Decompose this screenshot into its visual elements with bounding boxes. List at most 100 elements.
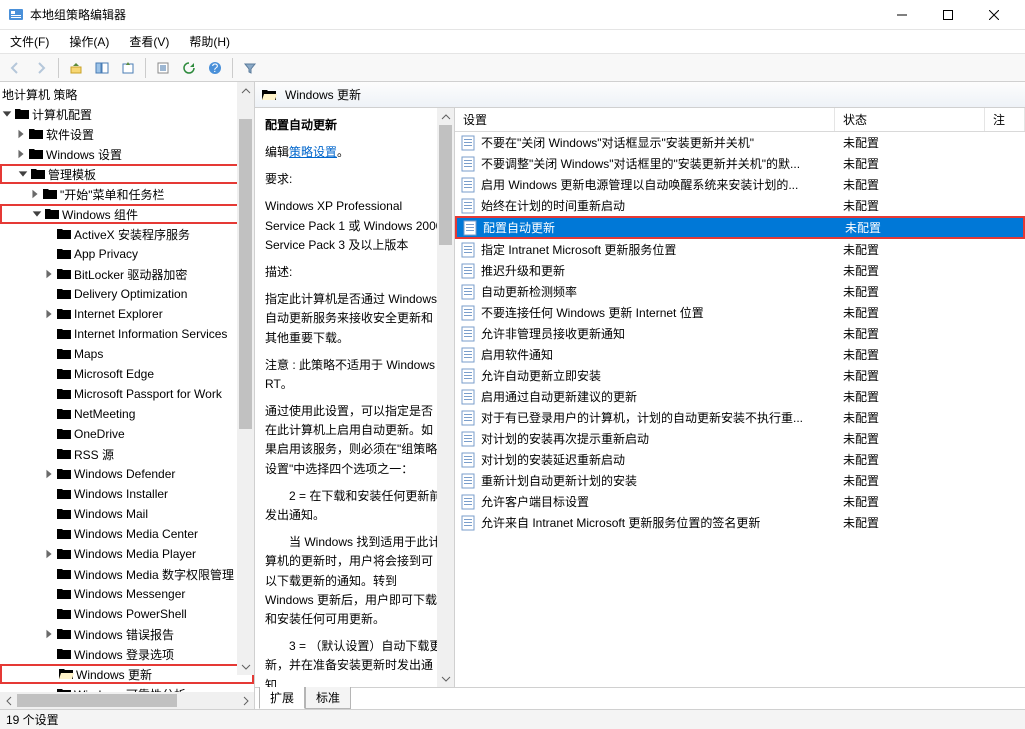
menu-action[interactable]: 操作(A) (63, 31, 115, 52)
list-row[interactable]: 允许客户端目标设置未配置 (455, 491, 1025, 512)
export-button[interactable] (117, 57, 139, 79)
back-button[interactable] (4, 57, 26, 79)
menu-file[interactable]: 文件(F) (4, 31, 55, 52)
tree-root[interactable]: 地计算机 策略 (0, 84, 254, 104)
tree-item[interactable]: Delivery Optimization (0, 284, 254, 304)
folder-icon (56, 406, 72, 422)
policy-icon (461, 494, 477, 510)
tree-item[interactable]: Windows 更新 (0, 664, 254, 684)
tree-item[interactable]: Windows Messenger (0, 584, 254, 604)
list-row-setting: 启用 Windows 更新电源管理以自动唤醒系统来安装计划的... (481, 176, 835, 193)
tab-standard[interactable]: 标准 (305, 687, 351, 709)
tree-item[interactable]: Internet Explorer (0, 304, 254, 324)
tab-extended[interactable]: 扩展 (259, 687, 305, 709)
list-row-setting: 允许自动更新立即安装 (481, 367, 835, 384)
list-row[interactable]: 启用软件通知未配置 (455, 344, 1025, 365)
tree-item-label: NetMeeting (72, 407, 135, 421)
up-button[interactable] (65, 57, 87, 79)
folder-icon (56, 366, 72, 382)
tree-horizontal-scrollbar[interactable] (0, 692, 254, 709)
tree-vertical-scrollbar[interactable] (237, 82, 254, 675)
menu-view[interactable]: 查看(V) (123, 31, 175, 52)
tree-item[interactable]: Internet Information Services (0, 324, 254, 344)
tree-item[interactable]: Windows 设置 (0, 144, 254, 164)
tree-item[interactable]: RSS 源 (0, 444, 254, 464)
minimize-button[interactable] (879, 0, 925, 30)
list-row[interactable]: 允许非管理员接收更新通知未配置 (455, 323, 1025, 344)
desc-p5: 注意 : 此策略不适用于 Windows RT。 (265, 356, 444, 394)
list-row[interactable]: 允许来自 Intranet Microsoft 更新服务位置的签名更新未配置 (455, 512, 1025, 533)
tree-item[interactable]: Windows 错误报告 (0, 624, 254, 644)
list-row-setting: 启用软件通知 (481, 346, 835, 363)
tree-item[interactable]: Windows 登录选项 (0, 644, 254, 664)
folder-icon (56, 286, 72, 302)
tree-item[interactable]: Windows Media 数字权限管理 (0, 564, 254, 584)
list-row[interactable]: 推迟升级和更新未配置 (455, 260, 1025, 281)
policy-tree[interactable]: 地计算机 策略计算机配置软件设置Windows 设置管理模板"开始"菜单和任务栏… (0, 82, 254, 692)
tree-item[interactable]: Microsoft Edge (0, 364, 254, 384)
col-state[interactable]: 状态 (835, 108, 985, 131)
forward-button[interactable] (30, 57, 52, 79)
tree-item[interactable]: OneDrive (0, 424, 254, 444)
description-scrollbar[interactable] (437, 108, 454, 687)
list-row[interactable]: 允许自动更新立即安装未配置 (455, 365, 1025, 386)
policy-icon (461, 347, 477, 363)
policy-icon (461, 177, 477, 193)
tree-item[interactable]: Windows 组件 (0, 204, 254, 224)
edit-policy-link[interactable]: 策略设置 (289, 145, 337, 159)
list-row[interactable]: 对于有已登录用户的计算机，计划的自动更新安装不执行重...未配置 (455, 407, 1025, 428)
tree-item[interactable]: Windows PowerShell (0, 604, 254, 624)
tree-item[interactable]: Windows Defender (0, 464, 254, 484)
tree-item[interactable]: Windows Mail (0, 504, 254, 524)
tree-item[interactable]: 管理模板 (0, 164, 254, 184)
list-row-state: 未配置 (835, 283, 985, 300)
tree-item[interactable]: "开始"菜单和任务栏 (0, 184, 254, 204)
list-row[interactable]: 自动更新检测频率未配置 (455, 281, 1025, 302)
list-row[interactable]: 指定 Intranet Microsoft 更新服务位置未配置 (455, 239, 1025, 260)
tree-item[interactable]: Windows Media Player (0, 544, 254, 564)
list-row[interactable]: 对计划的安装延迟重新启动未配置 (455, 449, 1025, 470)
tree-item[interactable]: App Privacy (0, 244, 254, 264)
policy-icon (461, 368, 477, 384)
tree-item[interactable]: 软件设置 (0, 124, 254, 144)
properties-button[interactable] (152, 57, 174, 79)
policy-icon (461, 135, 477, 151)
list-row-state: 未配置 (835, 388, 985, 405)
list-row[interactable]: 不要连接任何 Windows 更新 Internet 位置未配置 (455, 302, 1025, 323)
refresh-button[interactable] (178, 57, 200, 79)
tree-item[interactable]: Maps (0, 344, 254, 364)
list-row[interactable]: 启用通过自动更新建议的更新未配置 (455, 386, 1025, 407)
tree-item-label: Delivery Optimization (72, 287, 187, 301)
list-row[interactable]: 重新计划自动更新计划的安装未配置 (455, 470, 1025, 491)
list-row[interactable]: 启用 Windows 更新电源管理以自动唤醒系统来安装计划的...未配置 (455, 174, 1025, 195)
view-tabs: 扩展 标准 (255, 687, 1025, 709)
tree-item[interactable]: 计算机配置 (0, 104, 254, 124)
list-row[interactable]: 对计划的安装再次提示重新启动未配置 (455, 428, 1025, 449)
list-row-setting: 对于有已登录用户的计算机，计划的自动更新安装不执行重... (481, 409, 835, 426)
tree-item[interactable]: Microsoft Passport for Work (0, 384, 254, 404)
tree-item-label: Windows Media Center (72, 527, 198, 541)
show-hide-tree-button[interactable] (91, 57, 113, 79)
list-row[interactable]: 不要在"关闭 Windows"对话框显示"安装更新并关机"未配置 (455, 132, 1025, 153)
tree-item-label: Windows 错误报告 (72, 626, 174, 643)
tree-item[interactable]: BitLocker 驱动器加密 (0, 264, 254, 284)
tree-item[interactable]: Windows 可靠性分析 (0, 684, 254, 692)
close-button[interactable] (971, 0, 1017, 30)
list-row-setting: 启用通过自动更新建议的更新 (481, 388, 835, 405)
tree-item[interactable]: ActiveX 安装程序服务 (0, 224, 254, 244)
help-button[interactable]: ? (204, 57, 226, 79)
tree-item[interactable]: NetMeeting (0, 404, 254, 424)
list-row[interactable]: 配置自动更新未配置 (455, 216, 1025, 239)
folder-icon (56, 586, 72, 602)
list-row[interactable]: 始终在计划的时间重新启动未配置 (455, 195, 1025, 216)
maximize-button[interactable] (925, 0, 971, 30)
col-setting[interactable]: 设置 (455, 108, 835, 131)
menu-help[interactable]: 帮助(H) (183, 31, 236, 52)
list-row-setting: 对计划的安装延迟重新启动 (481, 451, 835, 468)
description-panel: 配置自动更新 编辑策略设置。 要求: Windows XP Profession… (255, 108, 455, 687)
filter-button[interactable] (239, 57, 261, 79)
col-comment[interactable]: 注 (985, 108, 1025, 131)
tree-item[interactable]: Windows Installer (0, 484, 254, 504)
list-row[interactable]: 不要调整"关闭 Windows"对话框里的"安装更新并关机"的默...未配置 (455, 153, 1025, 174)
tree-item[interactable]: Windows Media Center (0, 524, 254, 544)
